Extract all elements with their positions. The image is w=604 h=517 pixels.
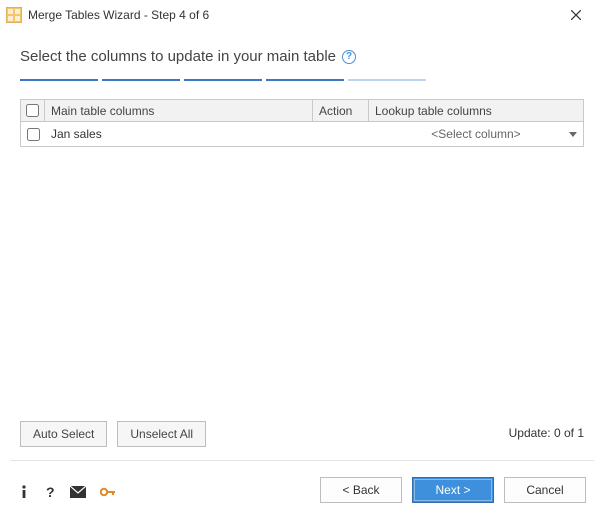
chevron-down-icon bbox=[569, 127, 577, 141]
cancel-button[interactable]: Cancel bbox=[504, 477, 586, 503]
row-lookup-value: <Select column> bbox=[431, 127, 520, 141]
help-icon[interactable]: ? bbox=[342, 50, 356, 64]
header-check-cell[interactable] bbox=[21, 100, 45, 121]
heading-text: Select the columns to update in your mai… bbox=[20, 48, 336, 65]
select-all-checkbox[interactable] bbox=[26, 104, 39, 117]
grid-header: Main table columns Action Lookup table c… bbox=[21, 100, 583, 122]
step-progress bbox=[20, 79, 584, 81]
svg-text:?: ? bbox=[46, 485, 55, 499]
question-icon[interactable]: ? bbox=[44, 485, 56, 499]
step-seg-5 bbox=[348, 79, 426, 81]
back-button[interactable]: < Back bbox=[320, 477, 402, 503]
step-seg-2 bbox=[102, 79, 180, 81]
titlebar: Merge Tables Wizard - Step 4 of 6 bbox=[0, 0, 604, 30]
auto-select-button[interactable]: Auto Select bbox=[20, 421, 107, 447]
next-button[interactable]: Next > bbox=[412, 477, 494, 503]
row-checkbox[interactable] bbox=[27, 128, 40, 141]
step-seg-1 bbox=[20, 79, 98, 81]
row-main[interactable]: Jan sales bbox=[45, 122, 313, 146]
app-icon bbox=[6, 7, 22, 23]
header-lookup[interactable]: Lookup table columns bbox=[369, 100, 583, 121]
step-seg-3 bbox=[184, 79, 262, 81]
columns-grid: Main table columns Action Lookup table c… bbox=[20, 99, 584, 147]
unselect-all-button[interactable]: Unselect All bbox=[117, 421, 206, 447]
page-heading: Select the columns to update in your mai… bbox=[20, 48, 584, 65]
update-status: Update: 0 of 1 bbox=[509, 426, 584, 440]
footer-separator bbox=[10, 460, 594, 461]
key-icon[interactable] bbox=[100, 486, 116, 498]
header-main[interactable]: Main table columns bbox=[45, 100, 313, 121]
row-lookup-dropdown[interactable]: <Select column> bbox=[369, 122, 583, 146]
step-seg-4 bbox=[266, 79, 344, 81]
row-check-cell[interactable] bbox=[21, 122, 45, 146]
info-icon[interactable] bbox=[18, 485, 30, 499]
header-action[interactable]: Action bbox=[313, 100, 369, 121]
row-action[interactable] bbox=[313, 122, 369, 146]
window-title: Merge Tables Wizard - Step 4 of 6 bbox=[28, 8, 556, 22]
mail-icon[interactable] bbox=[70, 486, 86, 498]
table-row: Jan sales <Select column> bbox=[21, 122, 583, 146]
close-button[interactable] bbox=[556, 1, 596, 29]
